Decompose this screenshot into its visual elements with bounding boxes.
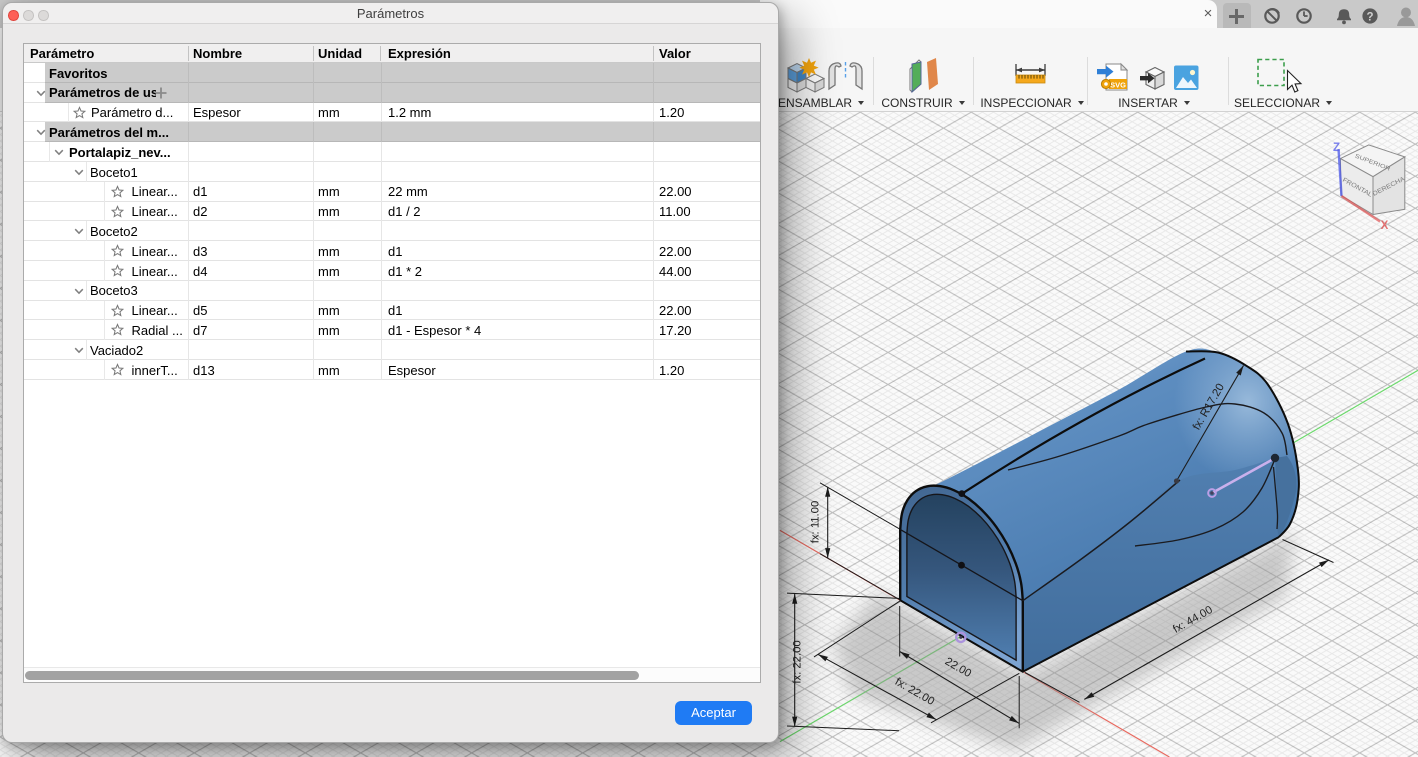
svg-text:X: X [1381, 220, 1389, 232]
svg-text:SVG: SVG [1110, 80, 1126, 89]
svg-text:fx: 22.00: fx: 22.00 [791, 640, 803, 683]
svg-text:Z: Z [1333, 142, 1340, 154]
svg-text:fx: 11.00: fx: 11.00 [810, 501, 822, 544]
